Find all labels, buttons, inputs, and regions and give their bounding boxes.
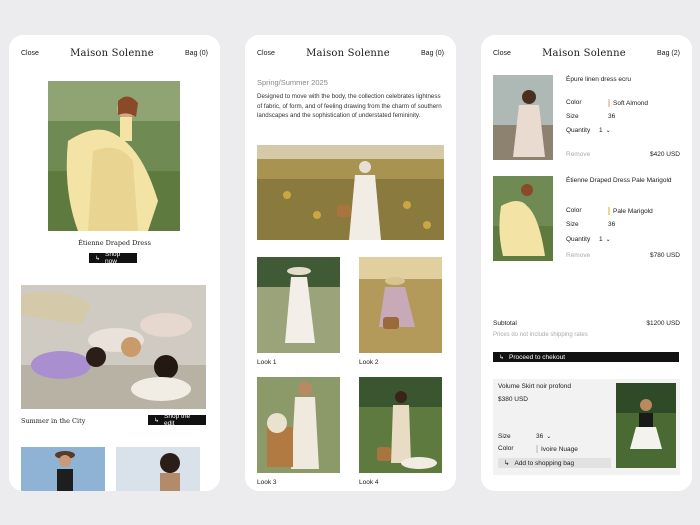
group-caption: Summer in the City — [21, 417, 86, 425]
look-2-image[interactable] — [359, 257, 442, 353]
header: Close Maison Solenne Bag (0) — [245, 35, 456, 71]
arrow-return-icon: ↳ — [95, 255, 101, 262]
preview-image-1[interactable] — [21, 447, 105, 491]
chevron-down-icon: ⌄ — [546, 434, 552, 440]
color-swatch — [608, 207, 610, 215]
screen-collection: Close Maison Solenne Bag (0) Spring/Summ… — [245, 35, 456, 491]
bag-item-2-image[interactable] — [493, 176, 553, 261]
checkout-button[interactable]: ↳ Proceed to chekout — [493, 352, 679, 362]
bag-button[interactable]: Bag (0) — [421, 50, 444, 57]
close-button[interactable]: Close — [257, 50, 275, 57]
group-image[interactable] — [21, 285, 206, 409]
bag-button[interactable]: Bag (0) — [185, 50, 208, 57]
bag-item-2-color: Color Pale Marigold — [566, 207, 653, 215]
header: Close Maison Solenne Bag (0) — [9, 35, 220, 71]
bag-item-1-price: $420 USD — [650, 151, 680, 158]
collection-description: Designed to move with the body, the coll… — [257, 93, 442, 120]
bag-item-1-color: Color Soft Almond — [566, 99, 649, 107]
add-to-bag-button[interactable]: ↳ Add to shopping bag — [498, 458, 611, 468]
shipping-note: Prices do not include shipping rates — [493, 332, 588, 338]
hero-caption: Étienne Draped Dress — [78, 239, 151, 247]
arrow-return-icon: ↳ — [154, 417, 160, 424]
brand-logo[interactable]: Maison Solenne — [306, 48, 390, 59]
hero-image[interactable] — [48, 81, 180, 231]
collection-hero-image[interactable] — [257, 145, 444, 240]
brand-logo[interactable]: Maison Solenne — [542, 48, 626, 59]
chevron-down-icon: ⌄ — [605, 237, 611, 243]
look-3-image[interactable] — [257, 377, 340, 473]
bag-item-2-price: $780 USD — [650, 252, 680, 259]
screen-home: Close Maison Solenne Bag (0) Étienne Dra… — [9, 35, 220, 491]
close-button[interactable]: Close — [493, 50, 511, 57]
look-3-label: Look 3 — [257, 479, 277, 486]
bag-item-2-quantity[interactable]: Quantity 1 ⌄ — [566, 236, 676, 245]
upsell-price: $380 USD — [498, 396, 528, 403]
color-swatch — [608, 99, 610, 107]
subtotal-value: $1200 USD — [646, 320, 680, 327]
look-1-label: Look 1 — [257, 359, 277, 366]
upsell-image[interactable] — [616, 383, 676, 468]
chevron-down-icon: ⌄ — [605, 128, 611, 134]
arrow-return-icon: ↳ — [504, 460, 510, 467]
bag-item-1-size[interactable]: Size 36 — [566, 113, 676, 122]
look-1-image[interactable] — [257, 257, 340, 353]
preview-image-2[interactable] — [116, 447, 200, 491]
look-4-label: Look 4 — [359, 479, 379, 486]
header: Close Maison Solenne Bag (2) — [481, 35, 692, 71]
close-button[interactable]: Close — [21, 50, 39, 57]
brand-logo[interactable]: Maison Solenne — [70, 48, 154, 59]
shop-edit-button[interactable]: ↳ Shop the edit — [148, 413, 206, 427]
upsell-name[interactable]: Volume Skirt noir profond — [498, 383, 571, 392]
look-4-image[interactable] — [359, 377, 442, 473]
look-2-label: Look 2 — [359, 359, 379, 366]
arrow-return-icon: ↳ — [499, 354, 505, 361]
screen-bag: Close Maison Solenne Bag (2) Épure linen… — [481, 35, 692, 491]
upsell-card: Volume Skirt noir profond $380 USD Size … — [493, 379, 680, 475]
upsell-size[interactable]: Size 36 ⌄ — [498, 433, 608, 442]
bag-item-2-size[interactable]: Size 36 — [566, 221, 676, 230]
bag-item-1-image[interactable] — [493, 75, 553, 160]
bag-item-1-quantity[interactable]: Quantity 1 ⌄ — [566, 127, 676, 136]
subtotal-label: Subtotal — [493, 320, 517, 327]
season-title: Spring/Summer 2025 — [257, 78, 328, 87]
upsell-color: Color Ivoire Nuage — [498, 445, 578, 453]
bag-item-2-remove[interactable]: Remove — [566, 252, 590, 259]
color-swatch — [536, 445, 538, 453]
bag-item-1-name[interactable]: Épure linen dress ecru — [566, 76, 676, 85]
bag-button[interactable]: Bag (2) — [657, 50, 680, 57]
bag-item-1-remove[interactable]: Remove — [566, 151, 590, 158]
bag-item-2-name[interactable]: Étienne Draped Dress Pale Marigold — [566, 177, 676, 186]
shop-now-button[interactable]: ↳ Shop now — [89, 251, 137, 265]
